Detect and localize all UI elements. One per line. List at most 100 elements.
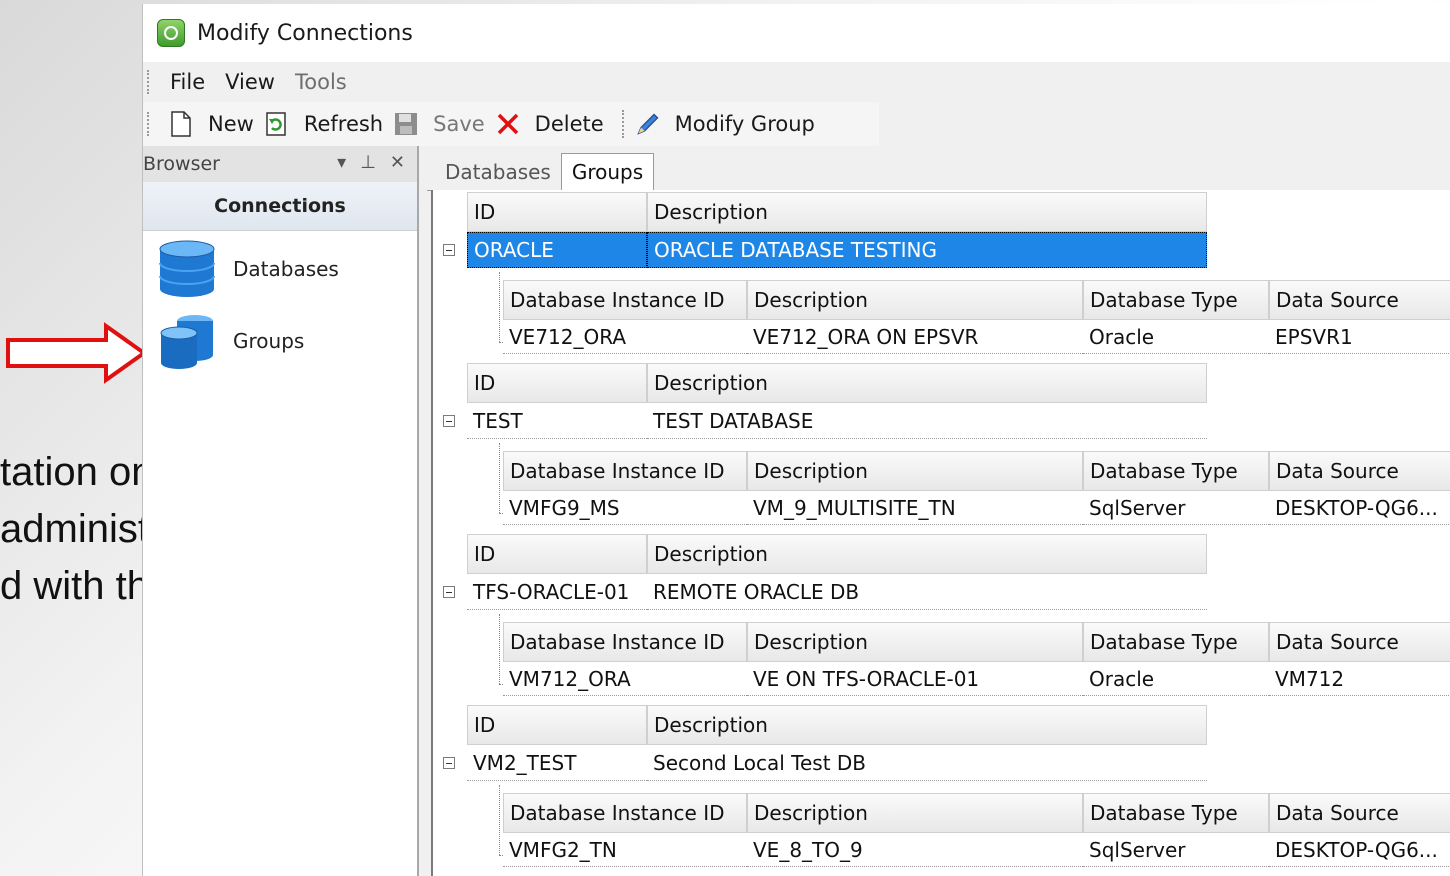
collapse-toggle[interactable] bbox=[443, 757, 455, 769]
groups-grid: ID Description ORACLE ORACLE DATABASE TESTI… bbox=[431, 190, 1450, 876]
nav-item-databases[interactable]: Databases bbox=[143, 233, 417, 305]
child-header-type[interactable]: Database Type bbox=[1083, 451, 1269, 491]
tree-connector bbox=[499, 614, 500, 684]
group-row-description[interactable]: Second Local Test DB bbox=[647, 745, 1207, 781]
red-arrow-icon bbox=[6, 322, 148, 384]
child-row-type[interactable]: Oracle bbox=[1083, 662, 1269, 696]
child-header-type[interactable]: Database Type bbox=[1083, 793, 1269, 833]
child-row-type[interactable]: SqlServer bbox=[1083, 833, 1269, 867]
delete-button[interactable]: Delete bbox=[495, 104, 604, 144]
modify-connections-window: Modify Connections File View Tools New R… bbox=[142, 4, 1450, 876]
app-icon bbox=[157, 19, 185, 47]
toolbar: New Refresh Save Delete Modify Group bbox=[143, 102, 879, 146]
group-header-description[interactable]: Description bbox=[647, 192, 1207, 232]
group-row-id[interactable]: ORACLE bbox=[467, 232, 647, 268]
collapse-toggle[interactable] bbox=[443, 244, 455, 256]
collapse-toggle[interactable] bbox=[443, 415, 455, 427]
tree-connector bbox=[499, 443, 500, 513]
group-row-description[interactable]: REMOTE ORACLE DB bbox=[647, 574, 1207, 610]
slide-line-1: tation on bbox=[0, 450, 142, 494]
tab-groups[interactable]: Groups bbox=[560, 153, 655, 190]
menu-view[interactable]: View bbox=[225, 70, 275, 94]
child-row-type[interactable]: SqlServer bbox=[1083, 491, 1269, 525]
groups-panel: Databases Groups ID Description ORACLE ORAC… bbox=[427, 146, 1450, 876]
child-row-instance-id[interactable]: VMFG2_TN bbox=[503, 833, 747, 867]
group-row-description[interactable]: ORACLE DATABASE TESTING bbox=[647, 232, 1207, 268]
menu-tools[interactable]: Tools bbox=[295, 70, 347, 94]
child-row-type[interactable]: Oracle bbox=[1083, 320, 1269, 354]
refresh-icon bbox=[264, 111, 290, 137]
child-header-description[interactable]: Description bbox=[747, 280, 1083, 320]
nav-item-groups[interactable]: Groups bbox=[143, 305, 417, 377]
child-header-instance-id[interactable]: Database Instance ID bbox=[503, 451, 747, 491]
database-icon bbox=[157, 239, 217, 299]
save-button[interactable]: Save bbox=[393, 104, 485, 144]
child-header-source[interactable]: Data Source bbox=[1269, 451, 1450, 491]
save-button-label: Save bbox=[433, 112, 485, 136]
browser-panel: Browser ▾ ⊥ ✕ Connections Databases Grou… bbox=[143, 146, 419, 876]
toolbar-grip bbox=[147, 112, 152, 136]
child-header-source[interactable]: Data Source bbox=[1269, 622, 1450, 662]
child-row-description[interactable]: VE ON TFS-ORACLE-01 bbox=[747, 662, 1083, 696]
slide-line-2: administration bbox=[0, 507, 142, 551]
close-icon[interactable]: ✕ bbox=[390, 152, 405, 173]
window-title: Modify Connections bbox=[197, 20, 413, 46]
connections-section-header[interactable]: Connections bbox=[143, 182, 417, 231]
toolbar-separator bbox=[621, 110, 627, 138]
group-header-id[interactable]: ID bbox=[467, 363, 647, 403]
child-row-instance-id[interactable]: VM712_ORA bbox=[503, 662, 747, 696]
group-header-description[interactable]: Description bbox=[647, 363, 1207, 403]
child-header-description[interactable]: Description bbox=[747, 622, 1083, 662]
group-row-id[interactable]: TFS-ORACLE-01 bbox=[467, 574, 647, 610]
child-header-description[interactable]: Description bbox=[747, 793, 1083, 833]
tab-databases[interactable]: Databases bbox=[435, 154, 561, 190]
child-header-type[interactable]: Database Type bbox=[1083, 280, 1269, 320]
new-button[interactable]: New bbox=[168, 104, 254, 144]
menu-bar: File View Tools bbox=[143, 62, 1450, 102]
child-header-source[interactable]: Data Source bbox=[1269, 793, 1450, 833]
slide-line-3: d with the software bbox=[0, 564, 142, 608]
child-row-instance-id[interactable]: VE712_ORA bbox=[503, 320, 747, 354]
group-header-id[interactable]: ID bbox=[467, 192, 647, 232]
child-row-description[interactable]: VM_9_MULTISITE_TN bbox=[747, 491, 1083, 525]
dropdown-icon[interactable]: ▾ bbox=[337, 152, 346, 173]
child-header-type[interactable]: Database Type bbox=[1083, 622, 1269, 662]
child-row-source[interactable]: VM712 bbox=[1269, 662, 1450, 696]
tree-connector bbox=[499, 785, 500, 855]
delete-x-icon bbox=[495, 111, 521, 137]
collapse-toggle[interactable] bbox=[443, 586, 455, 598]
child-row-instance-id[interactable]: VMFG9_MS bbox=[503, 491, 747, 525]
new-document-icon bbox=[168, 111, 194, 137]
browser-header: Browser ▾ ⊥ ✕ bbox=[143, 146, 417, 182]
pin-icon[interactable]: ⊥ bbox=[360, 152, 376, 173]
tree-connector bbox=[499, 272, 500, 342]
child-header-instance-id[interactable]: Database Instance ID bbox=[503, 280, 747, 320]
refresh-button-label: Refresh bbox=[303, 112, 384, 136]
child-row-description[interactable]: VE712_ORA ON EPSVR bbox=[747, 320, 1083, 354]
child-row-source[interactable]: DESKTOP-QG6... bbox=[1269, 491, 1450, 525]
child-row-source[interactable]: EPSVR1 bbox=[1269, 320, 1450, 354]
slide-text: tation on administration d with the soft… bbox=[0, 444, 142, 615]
group-header-description[interactable]: Description bbox=[647, 534, 1207, 574]
group-header-description[interactable]: Description bbox=[647, 705, 1207, 745]
menu-file[interactable]: File bbox=[170, 70, 205, 94]
child-header-description[interactable]: Description bbox=[747, 451, 1083, 491]
child-header-instance-id[interactable]: Database Instance ID bbox=[503, 793, 747, 833]
group-row-id[interactable]: VM2_TEST bbox=[467, 745, 647, 781]
tab-strip: Databases Groups bbox=[427, 146, 1450, 191]
child-header-source[interactable]: Data Source bbox=[1269, 280, 1450, 320]
child-header-instance-id[interactable]: Database Instance ID bbox=[503, 622, 747, 662]
delete-button-label: Delete bbox=[534, 112, 604, 136]
modify-group-button[interactable]: Modify Group bbox=[635, 104, 815, 144]
group-row-description[interactable]: TEST DATABASE bbox=[647, 403, 1207, 439]
group-header-id[interactable]: ID bbox=[467, 534, 647, 574]
browser-title: Browser bbox=[143, 153, 220, 175]
child-row-description[interactable]: VE_8_TO_9 bbox=[747, 833, 1083, 867]
child-row-source[interactable]: DESKTOP-QG6... bbox=[1269, 833, 1450, 867]
refresh-button[interactable]: Refresh bbox=[264, 104, 383, 144]
save-icon bbox=[393, 111, 419, 137]
group-row-id[interactable]: TEST bbox=[467, 403, 647, 439]
menu-grip bbox=[147, 70, 152, 94]
modify-group-button-label: Modify Group bbox=[674, 112, 815, 136]
group-header-id[interactable]: ID bbox=[467, 705, 647, 745]
